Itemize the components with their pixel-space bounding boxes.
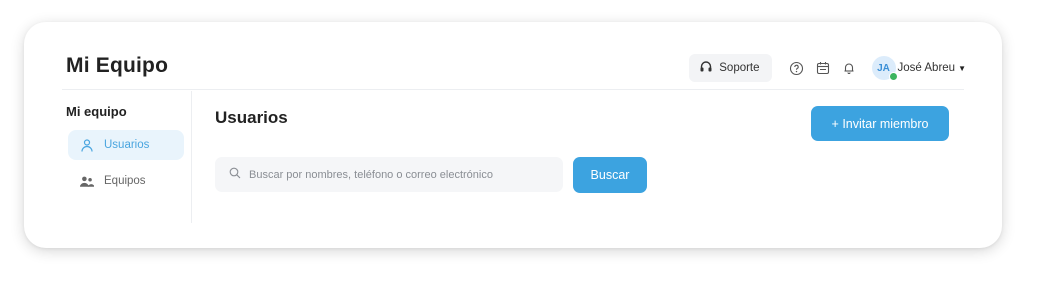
online-status-dot bbox=[888, 72, 898, 81]
header-divider bbox=[62, 89, 964, 90]
sidebar-title: Mi equipo bbox=[66, 104, 127, 119]
team-card: Mi Equipo Soporte JA José Abreu ▼ Mi equ… bbox=[24, 22, 1002, 248]
search-icon bbox=[229, 166, 241, 184]
group-icon bbox=[80, 174, 94, 188]
chevron-down-icon: ▼ bbox=[958, 63, 966, 73]
sidebar-item-equipos[interactable]: Equipos bbox=[68, 166, 184, 196]
user-menu[interactable]: JA José Abreu ▼ bbox=[871, 56, 966, 81]
sidebar-item-label: Equipos bbox=[104, 175, 146, 187]
user-icon bbox=[80, 138, 94, 152]
header-actions: Soporte JA José Abreu ▼ bbox=[689, 53, 966, 83]
avatar: JA bbox=[871, 56, 898, 81]
headset-icon bbox=[699, 60, 713, 77]
invite-member-button[interactable]: + Invitar miembro bbox=[811, 106, 949, 141]
support-label: Soporte bbox=[719, 62, 760, 74]
search-input[interactable] bbox=[247, 167, 563, 182]
bell-icon[interactable] bbox=[840, 59, 858, 77]
section-title: Usuarios bbox=[215, 108, 288, 127]
user-name: José Abreu bbox=[897, 62, 956, 74]
search-field[interactable] bbox=[215, 157, 563, 192]
calendar-icon[interactable] bbox=[814, 59, 832, 77]
sidebar-item-usuarios[interactable]: Usuarios bbox=[68, 130, 184, 160]
search-button[interactable]: Buscar bbox=[573, 157, 647, 193]
avatar-initials: JA bbox=[877, 62, 890, 74]
page-title: Mi Equipo bbox=[66, 54, 169, 77]
support-button[interactable]: Soporte bbox=[689, 54, 772, 82]
sidebar-item-label: Usuarios bbox=[104, 139, 150, 151]
help-icon[interactable] bbox=[788, 59, 806, 77]
sidebar-divider bbox=[191, 91, 192, 223]
